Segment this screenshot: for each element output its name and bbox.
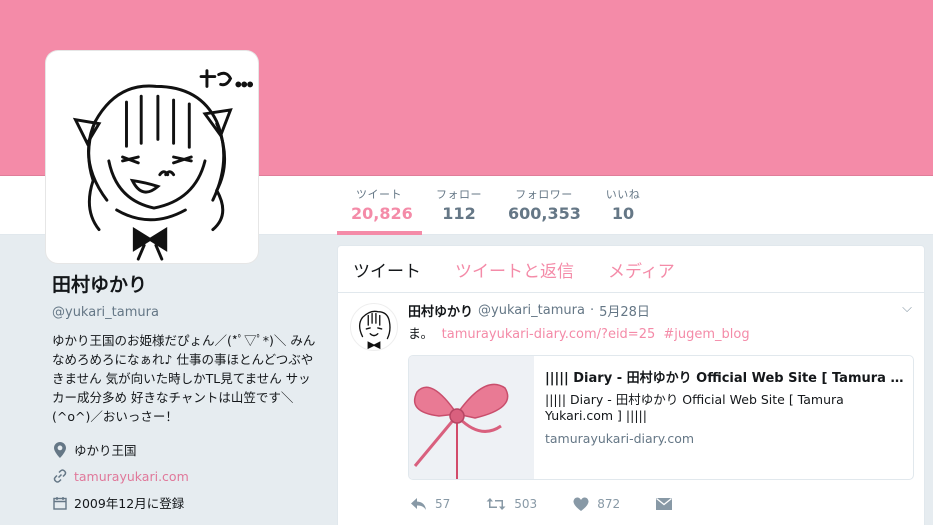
reply-button[interactable]: 57	[410, 497, 450, 511]
tweet-author-name[interactable]: 田村ゆかり	[408, 301, 473, 320]
link-icon	[52, 468, 68, 484]
chevron-down-icon[interactable]: ⌵	[902, 301, 912, 316]
retweet-button[interactable]: 503	[486, 497, 537, 511]
card-image	[409, 356, 534, 479]
profile-location: ゆかり王国	[52, 440, 322, 459]
website-link[interactable]: tamurayukari.com	[74, 469, 189, 484]
like-button[interactable]: 872	[573, 497, 620, 511]
stat-label: いいね	[605, 188, 641, 201]
tweet-avatar[interactable]	[350, 303, 398, 351]
calendar-icon	[52, 495, 68, 511]
stat-likes[interactable]: いいね 10	[600, 186, 646, 223]
tweet-date[interactable]: 5月28日	[599, 301, 650, 320]
retweet-count: 503	[514, 497, 538, 511]
location-text: ゆかり王国	[74, 443, 137, 458]
tweet-header: 田村ゆかり @yukari_tamura · 5月28日	[408, 301, 912, 320]
tweet-text: ま。 tamurayukari-diary.com/?eid=25 #jugem…	[408, 323, 912, 342]
profile-handle[interactable]: @yukari_tamura	[52, 305, 322, 320]
ribbon-bow-icon	[409, 356, 534, 479]
separator-dot: ·	[589, 303, 595, 318]
tweet-link[interactable]: tamurayukari-diary.com/?eid=25	[442, 327, 656, 342]
active-stat-underline	[337, 231, 422, 235]
tweet-author-handle[interactable]: @yukari_tamura	[478, 303, 585, 318]
stat-value: 112	[442, 204, 476, 223]
map-pin-icon	[52, 441, 68, 458]
card-body: ||||| Diary - 田村ゆかり Official Web Site [ …	[534, 356, 913, 479]
tweet-body: ま。	[408, 327, 434, 342]
joined-text: 2009年12月に登録	[74, 496, 185, 511]
avatar-drawing-icon	[358, 310, 391, 350]
heart-icon	[573, 497, 589, 511]
tab-tweets[interactable]: ツイート	[353, 257, 421, 282]
card-domain: tamurayukari-diary.com	[545, 431, 695, 446]
card-title: ||||| Diary - 田村ゆかり Official Web Site [ …	[545, 371, 904, 386]
reply-icon	[411, 498, 426, 510]
avatar-drawing-icon	[72, 69, 254, 261]
tweet-hashtag[interactable]: #jugem_blog	[663, 327, 749, 342]
profile-bio: ゆかり王国のお姫様だぴょん／(*ﾟ▽ﾟ*)＼ みんなめろめろになぁれ♪ 仕事の事…	[52, 333, 316, 424]
retweet-icon	[486, 498, 506, 510]
stat-value: 600,353	[508, 204, 581, 223]
tweet-actions: 57 503 872	[410, 497, 912, 511]
stat-tweets[interactable]: ツイート 20,826	[351, 186, 413, 223]
profile-website: tamurayukari.com	[52, 468, 322, 484]
like-count: 872	[597, 497, 621, 511]
message-button[interactable]	[656, 498, 680, 510]
stat-value: 10	[611, 204, 635, 223]
tweet-item[interactable]: ⌵ 田村ゆかり @yukari_tamura · 5月28日 ま。 tamura…	[338, 293, 924, 511]
stat-value: 20,826	[351, 204, 413, 223]
envelope-icon	[656, 498, 673, 510]
timeline-panel: ツイート ツイートと返信 メディア ⌵ 田村ゆかり @yukari_tamura…	[337, 245, 925, 525]
profile-name[interactable]: 田村ゆかり	[52, 270, 322, 297]
tab-media[interactable]: メディア	[608, 257, 675, 282]
profile-avatar[interactable]	[46, 51, 258, 263]
tab-tweets-replies[interactable]: ツイートと返信	[455, 257, 574, 282]
link-card[interactable]: ||||| Diary - 田村ゆかり Official Web Site [ …	[408, 355, 914, 480]
stat-label: フォロワー	[515, 188, 573, 201]
reply-count: 57	[435, 497, 451, 511]
stat-label: ツイート	[356, 188, 402, 201]
stat-followers[interactable]: フォロワー 600,353	[508, 186, 581, 223]
profile-joined: 2009年12月に登録	[52, 493, 322, 512]
timeline-tabs: ツイート ツイートと返信 メディア	[338, 246, 924, 293]
profile-sidebar: 田村ゆかり @yukari_tamura ゆかり王国のお姫様だぴょん／(*ﾟ▽ﾟ…	[52, 270, 322, 512]
stat-label: フォロー	[436, 188, 482, 201]
stat-following[interactable]: フォロー 112	[430, 186, 488, 223]
card-description: ||||| Diary - 田村ゆかり Official Web Site [ …	[545, 392, 844, 423]
